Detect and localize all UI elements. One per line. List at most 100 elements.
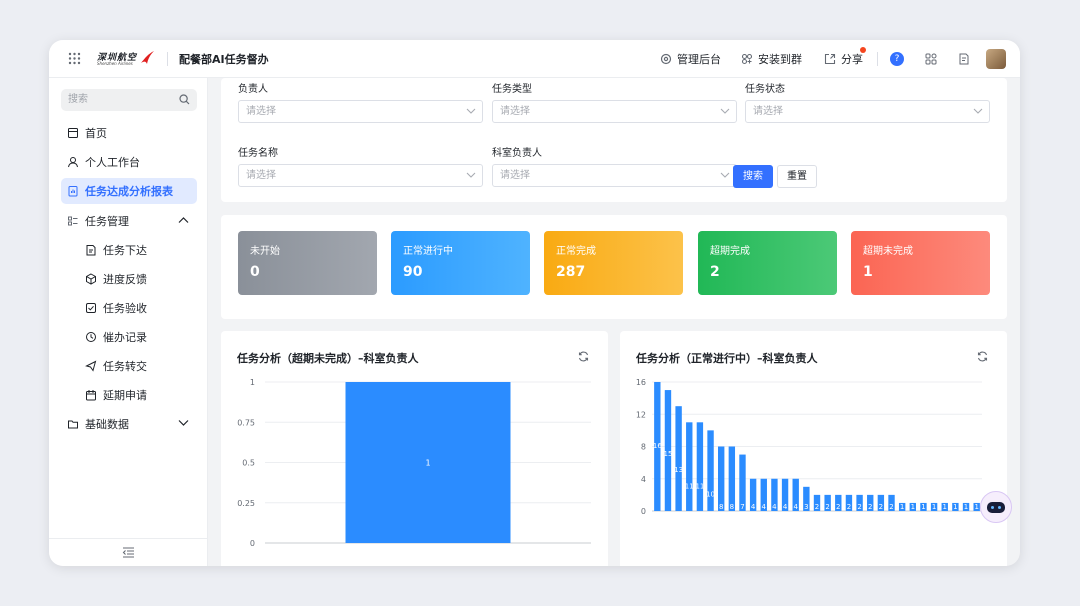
sidebar-collapse[interactable] <box>49 538 208 566</box>
data-label: 1 <box>921 503 925 511</box>
chart-plot: 1 0.75 0.5 0.25 0 1 <box>237 378 591 548</box>
stat-in-progress[interactable]: 正常进行中 90 <box>391 231 530 295</box>
stats-panel: 未开始 0 正常进行中 90 正常完成 287 超期完成 2 超期未完成 1 <box>221 215 1007 319</box>
y-tick-label: 0.75 <box>237 418 255 427</box>
data-label: 1 <box>911 503 915 511</box>
y-tick-label: 16 <box>636 378 646 387</box>
stat-completed[interactable]: 正常完成 287 <box>544 231 683 295</box>
plugin-icon <box>741 53 753 65</box>
share-link[interactable]: 分享 <box>824 51 863 67</box>
select-placeholder: 请选择 <box>753 106 783 117</box>
help-icon[interactable]: ? <box>890 52 904 66</box>
chevron-up-icon <box>178 217 189 223</box>
data-label: 1 <box>953 503 957 511</box>
sidebar-item-label: 任务验收 <box>103 302 147 315</box>
cube-icon <box>86 273 96 285</box>
install-link[interactable]: 安装到群 <box>741 51 802 67</box>
owner-select[interactable]: 请选择 <box>238 100 483 123</box>
search-button[interactable]: 搜索 <box>733 165 773 188</box>
sidebar-item-label: 任务达成分析报表 <box>85 185 173 198</box>
share-label: 分享 <box>841 53 863 66</box>
sidebar-item-label: 催办记录 <box>103 331 147 344</box>
type-select[interactable]: 请选择 <box>492 100 737 123</box>
task-name-select[interactable]: 请选择 <box>238 164 483 187</box>
bar <box>707 430 714 511</box>
dept-owner-select[interactable]: 请选择 <box>492 164 737 187</box>
data-label: 16 <box>653 442 662 450</box>
stat-overdue-incomplete[interactable]: 超期未完成 1 <box>851 231 990 295</box>
header-divider <box>167 52 168 66</box>
sidebar-item-label: 延期申请 <box>103 389 147 402</box>
sidebar-item-transfer[interactable]: 任务转交 <box>61 353 197 379</box>
sidebar-item-progress[interactable]: 进度反馈 <box>61 266 197 292</box>
select-placeholder: 请选择 <box>500 106 530 117</box>
checkbox-icon <box>86 303 96 313</box>
stat-value: 2 <box>710 264 720 280</box>
sidebar-item-home[interactable]: 首页 <box>61 120 197 146</box>
data-label: 11 <box>685 482 694 490</box>
admin-label: 管理后台 <box>677 53 721 66</box>
data-label: 2 <box>857 503 861 511</box>
home-icon <box>68 128 78 138</box>
bar <box>675 406 682 511</box>
sidebar-item-task-assign[interactable]: 任务下达 <box>61 237 197 263</box>
stat-value: 1 <box>863 264 873 280</box>
bar <box>728 446 736 511</box>
folder-icon <box>68 420 78 429</box>
airline-logo: 深圳航空 Shenzhen Airlines <box>97 50 155 68</box>
sidebar-item-label: 任务转交 <box>103 360 147 373</box>
sidebar-item-task-management[interactable]: 任务管理 <box>61 208 197 234</box>
top-bar: 深圳航空 Shenzhen Airlines 配餐部AI任务督办 管理后台 安装… <box>49 40 1020 78</box>
data-label: 1 <box>932 503 936 511</box>
bar <box>686 422 693 511</box>
data-label: 8 <box>719 503 723 511</box>
sidebar: 搜索 首页 个人工作台 任务达成分析报表 任务管理 任务下达 进度反馈 任务验收… <box>49 78 208 566</box>
data-label: 1 <box>425 459 430 468</box>
apps-icon[interactable] <box>924 52 938 66</box>
sidebar-item-report[interactable]: 任务达成分析报表 <box>61 178 197 204</box>
data-label: 3 <box>804 503 808 511</box>
sidebar-item-base-data[interactable]: 基础数据 <box>61 411 197 437</box>
status-select[interactable]: 请选择 <box>745 100 990 123</box>
admin-link[interactable]: 管理后台 <box>660 51 721 67</box>
ai-assistant-button[interactable] <box>980 491 1012 523</box>
robot-icon <box>987 502 1005 513</box>
stat-overdue-completed[interactable]: 超期完成 2 <box>698 231 837 295</box>
app-grid-icon[interactable] <box>68 52 81 65</box>
dept-owner-label: 科室负责人 <box>492 148 542 159</box>
stat-label: 超期未完成 <box>863 246 913 257</box>
user-avatar[interactable] <box>986 49 1006 69</box>
data-label: 7 <box>740 503 744 511</box>
sidebar-item-workbench[interactable]: 个人工作台 <box>61 149 197 175</box>
sidebar-item-acceptance[interactable]: 任务验收 <box>61 295 197 321</box>
sidebar-item-extension[interactable]: 延期申请 <box>61 382 197 408</box>
sidebar-item-reminders[interactable]: 催办记录 <box>61 324 197 350</box>
data-label: 11 <box>695 482 704 490</box>
data-label: 2 <box>868 503 872 511</box>
stat-not-started[interactable]: 未开始 0 <box>238 231 377 295</box>
sidebar-item-label: 任务下达 <box>103 244 147 257</box>
stat-value: 90 <box>403 264 423 280</box>
report-icon <box>68 186 78 197</box>
chart-in-progress: 任务分析（正常进行中）–科室负责人 16 12 8 4 0 16 15 13 11 11 10 8 8 7… <box>620 331 1007 566</box>
bar <box>696 422 704 511</box>
filter-panel: 负责人 任务类型 任务状态 请选择 请选择 请选择 任务名称 科室负责人 请选择… <box>221 78 1007 202</box>
sidebar-search-input[interactable]: 搜索 <box>61 89 197 111</box>
chevron-down-icon <box>720 108 730 114</box>
data-label: 4 <box>772 503 777 511</box>
y-tick-label: 0 <box>641 507 646 516</box>
status-label: 任务状态 <box>745 84 785 95</box>
sidebar-item-label: 个人工作台 <box>85 156 140 169</box>
stat-label: 超期完成 <box>710 246 750 257</box>
document-icon[interactable] <box>957 52 971 66</box>
chart-overdue-incomplete: 任务分析（超期未完成）–科室负责人 1 0.75 0.5 0.25 0 1 <box>221 331 608 566</box>
sidebar-item-label: 任务管理 <box>85 215 129 228</box>
reset-button[interactable]: 重置 <box>777 165 817 188</box>
data-label: 4 <box>783 503 788 511</box>
logo-subtext: Shenzhen Airlines <box>97 61 133 66</box>
owner-label: 负责人 <box>238 84 268 95</box>
edit-doc-icon <box>86 245 96 256</box>
y-tick-label: 0.25 <box>237 499 255 508</box>
data-label: 4 <box>751 503 756 511</box>
chevron-down-icon <box>466 108 476 114</box>
